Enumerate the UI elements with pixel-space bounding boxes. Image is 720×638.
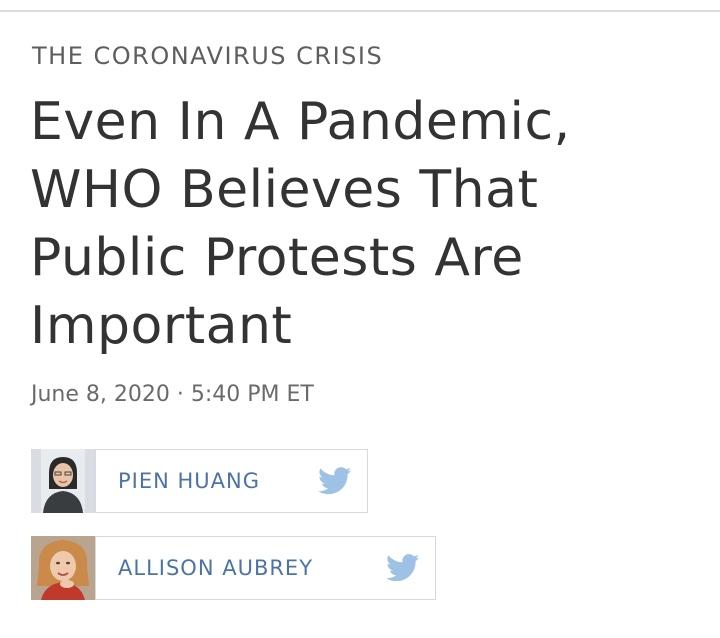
section-kicker[interactable]: THE CORONAVIRUS CRISIS [32,42,383,70]
article-headline: Even In A Pandemic, WHO Believes That Pu… [30,92,571,356]
avatar[interactable] [31,536,96,600]
twitter-icon[interactable] [385,553,421,583]
top-divider [0,10,720,12]
avatar[interactable] [31,449,96,513]
article-dateline: June 8, 2020 · 5:40 PM ET [31,382,314,407]
twitter-icon[interactable] [317,466,353,496]
author-name-link[interactable]: PIEN HUANG [118,469,260,493]
author-name-link[interactable]: ALLISON AUBREY [118,556,313,580]
author-photo [31,536,95,600]
author-photo [31,449,95,513]
byline-pien-huang: PIEN HUANG [31,449,368,513]
byline-allison-aubrey: ALLISON AUBREY [31,536,436,600]
